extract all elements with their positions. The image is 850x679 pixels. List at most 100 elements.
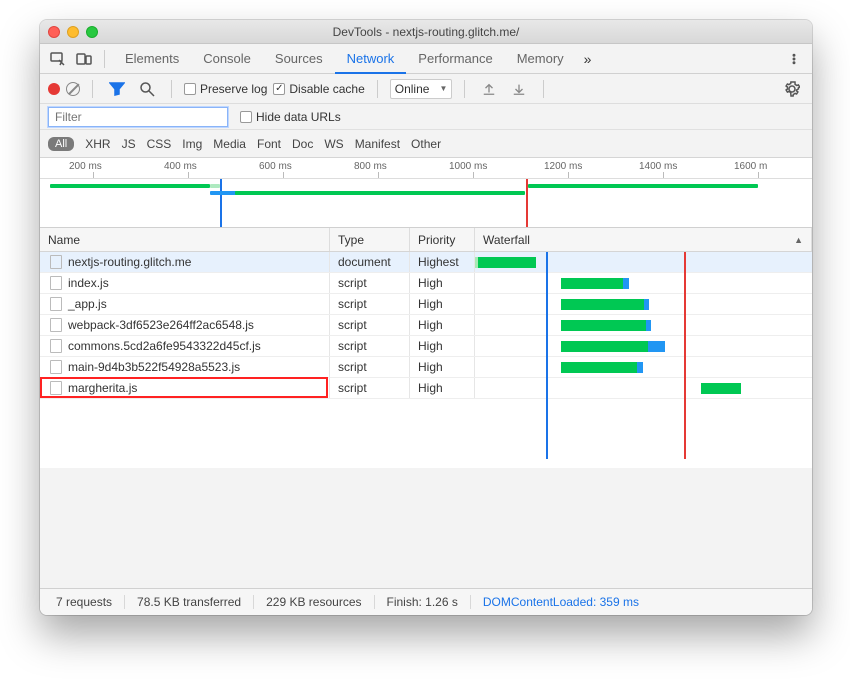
filter-chip-xhr[interactable]: XHR — [85, 137, 110, 151]
request-name: main-9d4b3b522f54928a5523.js — [68, 360, 240, 374]
requests-table-header: Name Type Priority Waterfall▲ — [40, 228, 812, 252]
tab-performance[interactable]: Performance — [406, 44, 504, 74]
request-type: document — [330, 252, 410, 272]
window-controls — [48, 26, 98, 38]
filter-chip-other[interactable]: Other — [411, 137, 441, 151]
sort-indicator-icon: ▲ — [794, 235, 803, 245]
load-line — [684, 252, 686, 459]
request-name: commons.5cd2a6fe9543322d45cf.js — [68, 339, 261, 353]
filter-chip-font[interactable]: Font — [257, 137, 281, 151]
table-row[interactable]: main-9d4b3b522f54928a5523.jsscriptHigh — [40, 357, 812, 378]
filter-chip-img[interactable]: Img — [182, 137, 202, 151]
filter-chip-css[interactable]: CSS — [147, 137, 172, 151]
type-filter-chips: All XHR JS CSS Img Media Font Doc WS Manifest Othe… — [40, 130, 812, 158]
filter-row: Hide data URLs — [40, 104, 812, 130]
minimize-icon[interactable] — [67, 26, 79, 38]
filter-icon[interactable] — [105, 77, 129, 101]
maximize-icon[interactable] — [86, 26, 98, 38]
throttling-value: Online — [395, 82, 430, 96]
request-priority: High — [410, 336, 475, 356]
status-resources: 229 KB resources — [254, 595, 374, 609]
status-bar: 7 requests 78.5 KB transferred 229 KB re… — [40, 588, 812, 615]
request-waterfall — [475, 252, 812, 272]
settings-gear-icon[interactable] — [780, 77, 804, 101]
request-waterfall — [475, 357, 812, 377]
file-icon — [50, 339, 62, 353]
file-icon — [50, 318, 62, 332]
timeline-tick-label: 400 ms — [164, 161, 197, 172]
table-row[interactable]: nextjs-routing.glitch.medocumentHighest — [40, 252, 812, 273]
tab-elements[interactable]: Elements — [113, 44, 191, 74]
window-title: DevTools - nextjs-routing.glitch.me/ — [333, 25, 520, 39]
dcl-marker — [220, 179, 222, 227]
throttling-select[interactable]: Online ▼ — [390, 79, 453, 99]
record-button[interactable] — [48, 83, 60, 95]
table-row[interactable]: commons.5cd2a6fe9543322d45cf.jsscriptHig… — [40, 336, 812, 357]
disable-cache-checkbox[interactable]: Disable cache — [273, 82, 364, 96]
timeline-bar — [235, 191, 525, 195]
requests-table: nextjs-routing.glitch.medocumentHighesti… — [40, 252, 812, 468]
timeline-tick-label: 1200 ms — [544, 161, 582, 172]
timeline-bar — [50, 184, 210, 188]
inspect-element-icon[interactable] — [46, 47, 70, 71]
status-finish: Finish: 1.26 s — [375, 595, 471, 609]
highlighted-row-indicator — [40, 377, 328, 398]
column-type[interactable]: Type — [330, 228, 410, 251]
request-priority: High — [410, 273, 475, 293]
column-name[interactable]: Name — [40, 228, 330, 251]
request-name: nextjs-routing.glitch.me — [68, 255, 191, 269]
preserve-log-checkbox[interactable]: Preserve log — [184, 82, 267, 96]
request-name: webpack-3df6523e264ff2ac6548.js — [68, 318, 254, 332]
filter-chip-js[interactable]: JS — [122, 137, 136, 151]
tab-sources[interactable]: Sources — [263, 44, 335, 74]
table-row[interactable]: webpack-3df6523e264ff2ac6548.jsscriptHig… — [40, 315, 812, 336]
filter-chip-ws[interactable]: WS — [324, 137, 343, 151]
separator — [104, 50, 105, 68]
titlebar: DevTools - nextjs-routing.glitch.me/ — [40, 20, 812, 44]
tab-network[interactable]: Network — [335, 44, 407, 74]
request-waterfall — [475, 378, 812, 398]
disable-cache-label: Disable cache — [289, 82, 364, 96]
hide-data-urls-checkbox[interactable]: Hide data URLs — [240, 110, 341, 124]
download-har-icon[interactable] — [507, 77, 531, 101]
timeline-tick-label: 200 ms — [69, 161, 102, 172]
separator — [543, 80, 544, 98]
clear-button[interactable] — [66, 82, 80, 96]
request-name: index.js — [68, 276, 109, 290]
request-waterfall — [475, 315, 812, 335]
preserve-log-label: Preserve log — [200, 82, 267, 96]
column-priority[interactable]: Priority — [410, 228, 475, 251]
filter-input[interactable] — [48, 107, 228, 127]
table-row[interactable]: index.jsscriptHigh — [40, 273, 812, 294]
timeline-tick-label: 1600 m — [734, 161, 767, 172]
filter-chip-media[interactable]: Media — [213, 137, 246, 151]
kebab-menu-icon[interactable] — [782, 47, 806, 71]
upload-har-icon[interactable] — [477, 77, 501, 101]
request-waterfall — [475, 273, 812, 293]
tab-console[interactable]: Console — [191, 44, 263, 74]
separator — [171, 80, 172, 98]
request-priority: High — [410, 294, 475, 314]
status-requests: 7 requests — [44, 595, 125, 609]
network-toolbar: Preserve log Disable cache Online ▼ — [40, 74, 812, 104]
filter-chip-doc[interactable]: Doc — [292, 137, 313, 151]
request-waterfall — [475, 336, 812, 356]
timeline-overview[interactable]: 200 ms400 ms600 ms800 ms1000 ms1200 ms14… — [40, 158, 812, 228]
request-waterfall — [475, 294, 812, 314]
dcl-line — [546, 252, 548, 459]
separator — [377, 80, 378, 98]
filter-chip-all[interactable]: All — [48, 137, 74, 151]
file-icon — [50, 360, 62, 374]
request-type: script — [330, 378, 410, 398]
separator — [92, 80, 93, 98]
chevron-down-icon: ▼ — [439, 84, 447, 93]
device-toolbar-icon[interactable] — [72, 47, 96, 71]
tab-memory[interactable]: Memory — [505, 44, 576, 74]
table-row[interactable]: _app.jsscriptHigh — [40, 294, 812, 315]
column-waterfall[interactable]: Waterfall▲ — [475, 228, 812, 251]
filter-chip-manifest[interactable]: Manifest — [355, 137, 400, 151]
more-tabs-icon[interactable]: » — [578, 51, 598, 67]
file-icon — [50, 255, 62, 269]
close-icon[interactable] — [48, 26, 60, 38]
search-icon[interactable] — [135, 77, 159, 101]
